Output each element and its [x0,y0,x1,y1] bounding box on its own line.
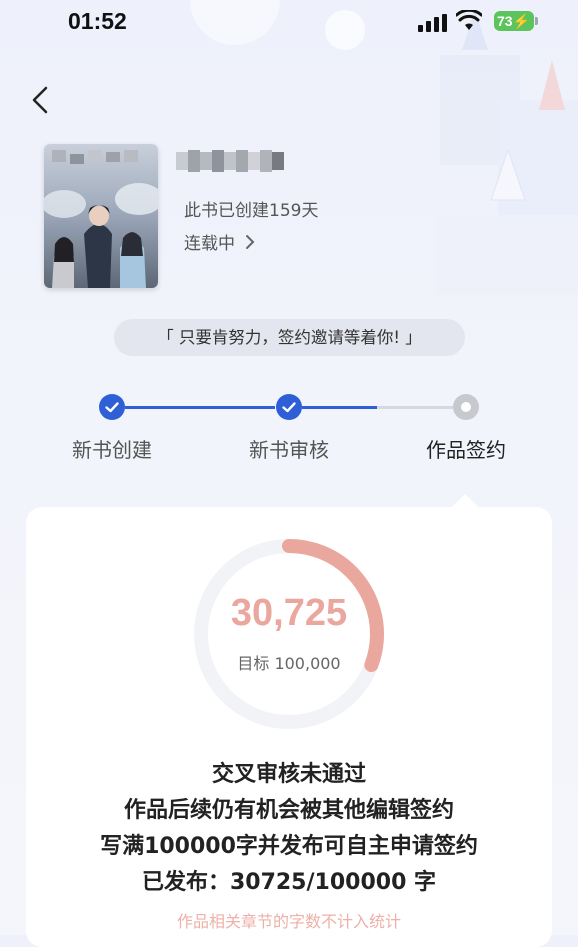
step-label-review: 新书审核 [249,438,329,462]
published-count-line: 已发布：30725/100000 字 [141,870,437,895]
back-button[interactable] [28,80,58,120]
step-connector-2 [302,406,377,409]
battery-level: 73 [497,13,513,29]
card-pointer [451,494,479,508]
review-status-line: 交叉审核未通过 [211,762,366,787]
battery-indicator: 73⚡ [494,11,534,31]
book-cover-image [44,144,158,288]
charging-icon: ⚡ [512,13,531,29]
signal-icon [418,14,447,32]
step-connector-3 [377,406,453,409]
word-count-target: 目标 100,000 [237,654,341,673]
count-note: 作品相关章节的字数不计入统计 [176,912,401,931]
status-bar: 01:52 73⚡ [0,0,578,46]
encouragement-quote: 「 只要肯努力，签约邀请等着你! 」 [114,319,465,356]
word-count-value: 30,725 [230,592,348,634]
apply-condition-line: 写满100000字并发布可自主申请签约 [100,834,478,859]
status-time: 01:52 [68,8,127,34]
book-status-link[interactable]: 连载中 [184,229,255,254]
progress-stepper: 新书创建 新书审核 作品签约 [0,390,578,470]
step-label-sign: 作品签约 [426,438,506,462]
book-title-blurred [176,150,284,172]
step-check-icon [276,394,302,420]
step-connector-1 [125,406,275,409]
step-label-create: 新书创建 [72,438,152,462]
wifi-icon [456,10,482,30]
book-status-label: 连载中 [184,234,235,254]
chevron-right-icon [246,234,255,249]
step-pending-icon [453,394,479,420]
book-created-days: 此书已创建159天 [184,201,319,221]
battery-cap [535,17,538,25]
chevron-left-icon [32,86,48,114]
opportunity-line: 作品后续仍有机会被其他编辑签约 [123,798,454,823]
step-check-icon [99,394,125,420]
book-cover[interactable] [44,144,158,288]
